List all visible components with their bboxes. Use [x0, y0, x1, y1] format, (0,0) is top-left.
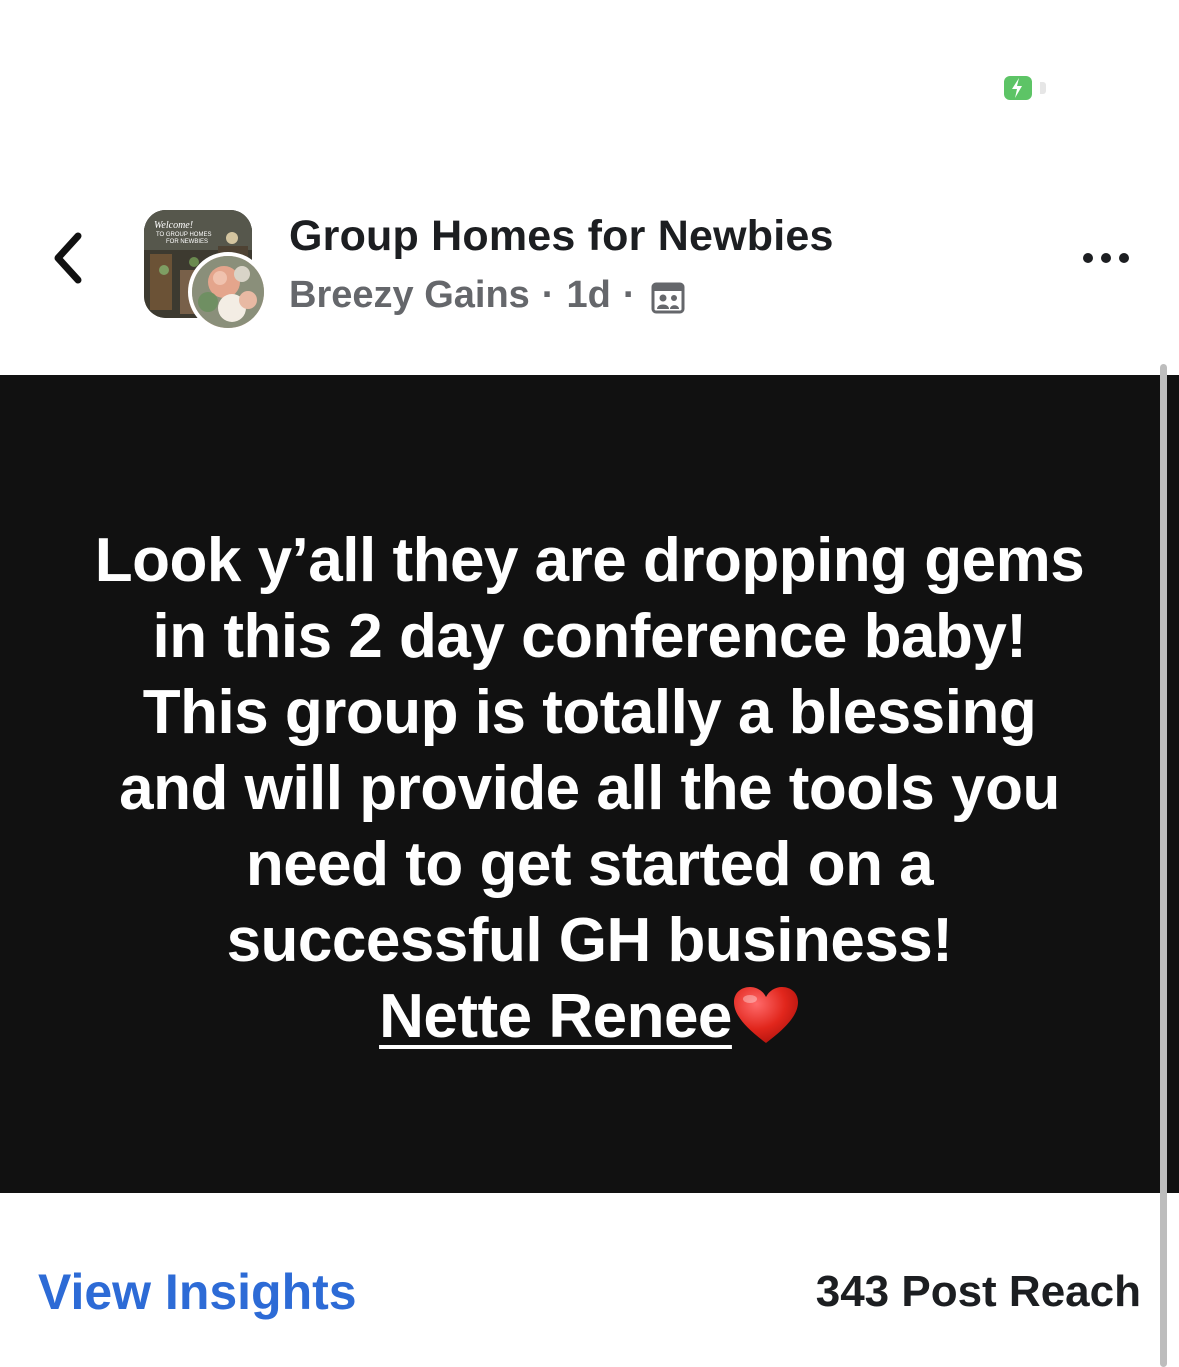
post-text: Look y’all they are dropping gems in thi…	[90, 523, 1090, 1055]
post-footer: View Insights 343 Post Reach	[0, 1193, 1179, 1367]
battery-bolt-icon	[1012, 78, 1022, 98]
view-insights-link[interactable]: View Insights	[38, 1263, 357, 1321]
red-heart-icon	[733, 987, 798, 1043]
status-bar	[0, 0, 1179, 150]
post-time[interactable]: 1d	[566, 274, 610, 317]
meta-separator: ·	[541, 274, 555, 316]
post-reach-count: 343 Post Reach	[815, 1267, 1141, 1316]
group-avatar-line2: FOR NEWBIES	[166, 239, 208, 245]
more-options-button[interactable]	[1078, 240, 1138, 276]
more-horizontal-icon	[1083, 253, 1129, 263]
mention-link[interactable]: Nette Renee	[379, 982, 732, 1051]
author-avatar[interactable]	[188, 252, 268, 332]
post-body: Look y’all they are dropping gems in thi…	[94, 526, 1085, 975]
battery-cap	[1040, 82, 1046, 94]
group-avatar-welcome: Welcome!	[154, 220, 193, 231]
meta-separator: ·	[622, 274, 636, 316]
back-button[interactable]	[40, 228, 100, 288]
group-avatar-line1: TO GROUP HOMES	[156, 232, 211, 238]
post-header: Welcome! TO GROUP HOMES FOR NEWBIES Grou…	[0, 190, 1179, 350]
author-photo	[192, 256, 264, 328]
author-name[interactable]: Breezy Gains	[289, 274, 530, 317]
group-name[interactable]: Group Homes for Newbies	[289, 212, 834, 261]
group-members-icon	[651, 282, 685, 313]
post-meta: Breezy Gains · 1d ·	[289, 274, 685, 317]
post-content: Look y’all they are dropping gems in thi…	[0, 375, 1179, 1193]
chevron-left-icon	[54, 232, 82, 284]
